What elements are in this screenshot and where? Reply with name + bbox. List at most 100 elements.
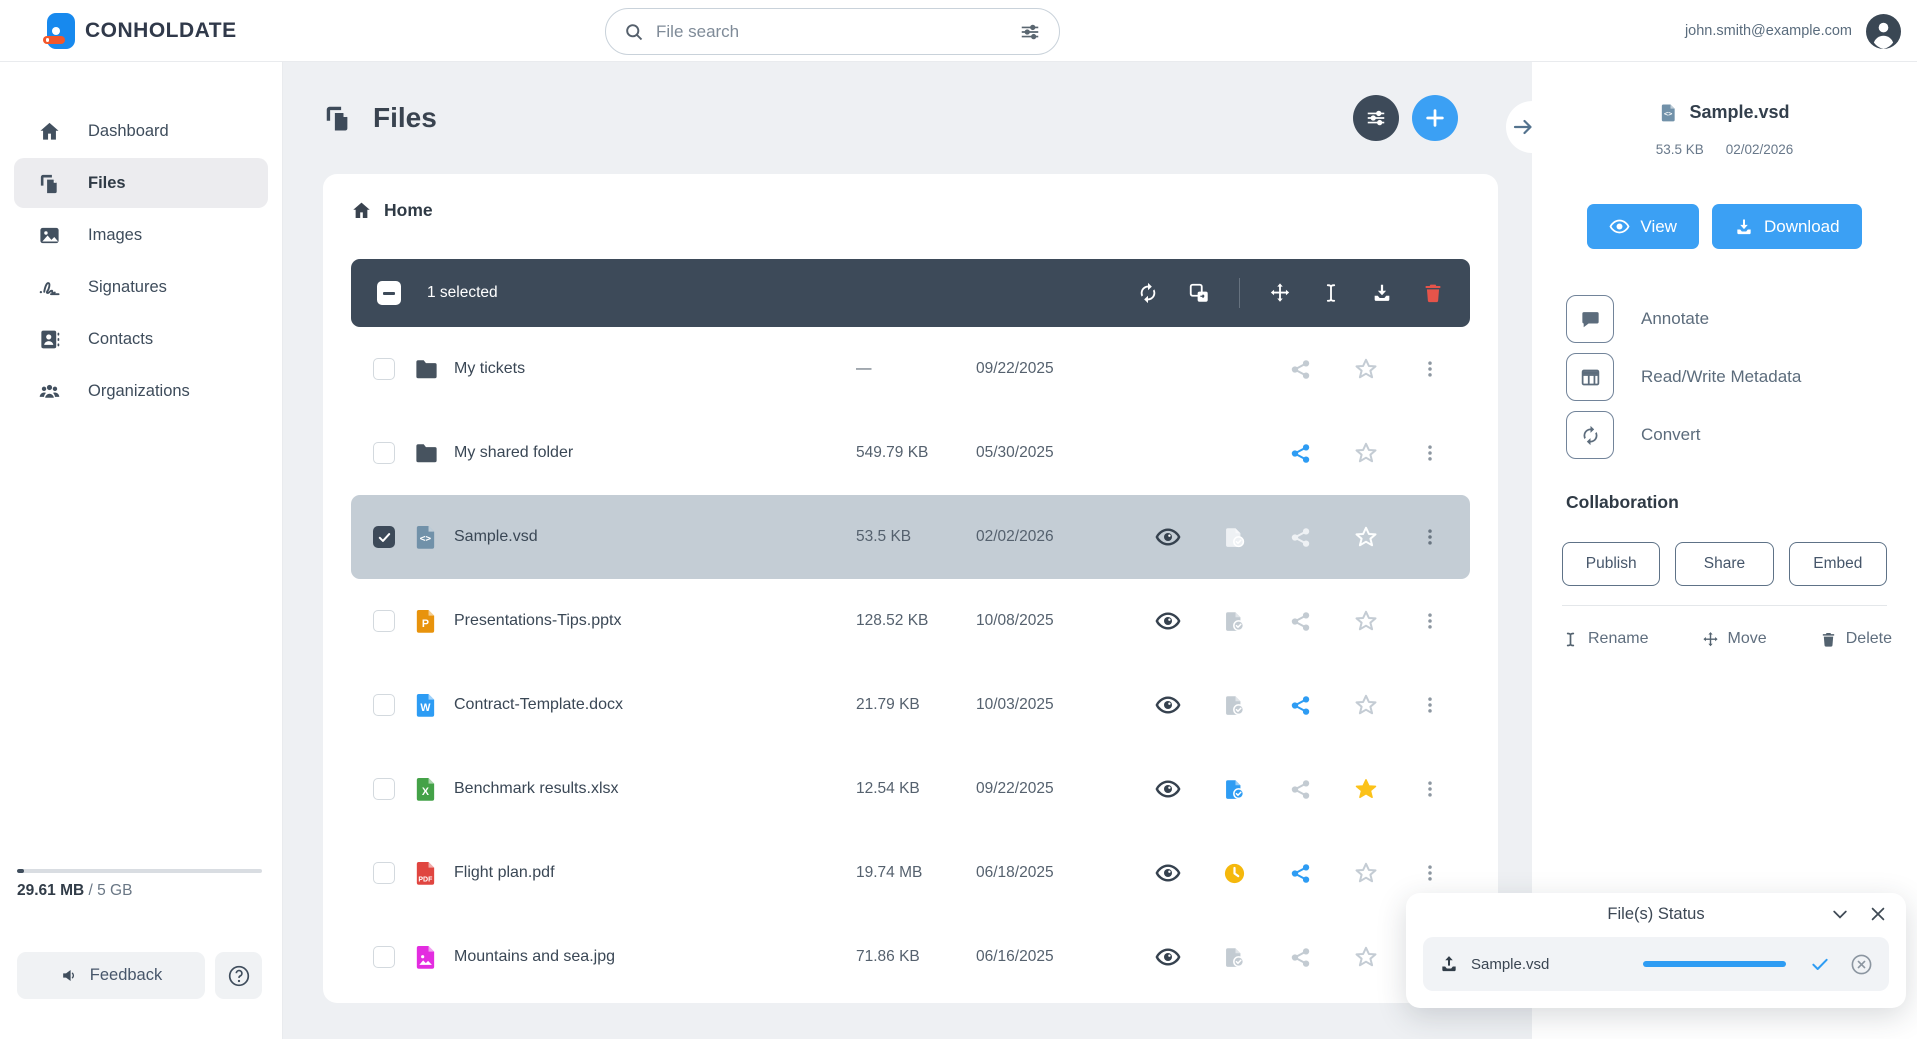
share-icon[interactable] <box>1286 523 1314 551</box>
star-icon[interactable] <box>1352 859 1380 887</box>
file-name[interactable]: Sample.vsd <box>454 528 856 546</box>
star-icon[interactable] <box>1352 943 1380 971</box>
row-checkbox[interactable] <box>373 358 395 380</box>
sidebar-item-organizations[interactable]: Organizations <box>14 366 268 416</box>
row-menu-kebab-icon[interactable] <box>1418 775 1442 803</box>
list-settings-button[interactable] <box>1353 95 1399 141</box>
star-icon[interactable] <box>1352 523 1380 551</box>
search-filter-icon[interactable] <box>1019 21 1041 43</box>
doc-check-icon[interactable] <box>1220 523 1248 551</box>
file-row[interactable]: P Presentations-Tips.pptx 128.52 KB 10/08/2… <box>351 579 1470 663</box>
download-button[interactable]: Download <box>1711 204 1862 249</box>
doc-check-icon[interactable] <box>1220 943 1248 971</box>
close-icon[interactable] <box>1868 904 1888 924</box>
row-checkbox[interactable] <box>373 442 395 464</box>
star-icon[interactable] <box>1352 607 1380 635</box>
file-name[interactable]: Mountains and sea.jpg <box>454 948 856 966</box>
preview-eye-icon[interactable] <box>1154 523 1182 551</box>
row-checkbox[interactable] <box>373 526 395 548</box>
file-search-box[interactable] <box>605 8 1060 55</box>
cancel-upload-icon[interactable] <box>1850 953 1873 976</box>
sidebar-item-images[interactable]: Images <box>14 210 268 260</box>
feedback-button[interactable]: Feedback <box>17 952 205 999</box>
upload-status-item: Sample.vsd <box>1423 937 1889 991</box>
preview-eye-icon[interactable] <box>1154 607 1182 635</box>
action-label: Convert <box>1641 425 1701 444</box>
annotate-action[interactable]: Annotate <box>1566 295 1801 343</box>
preview-eye-icon[interactable] <box>1154 691 1182 719</box>
select-all-checkbox[interactable] <box>377 281 401 305</box>
read-write-metadata-action[interactable]: Read/Write Metadata <box>1566 353 1801 401</box>
add-file-button[interactable] <box>1412 95 1458 141</box>
move-op[interactable]: Move <box>1702 630 1767 648</box>
row-menu-kebab-icon[interactable] <box>1418 859 1442 887</box>
share-button[interactable]: Share <box>1675 542 1774 586</box>
file-name[interactable]: Contract-Template.docx <box>454 696 856 714</box>
row-menu-kebab-icon[interactable] <box>1418 439 1442 467</box>
star-icon[interactable] <box>1352 775 1380 803</box>
file-row[interactable]: PDF Flight plan.pdf 19.74 MB 06/18/2025 <box>351 831 1470 915</box>
download-toolbar-icon[interactable] <box>1371 282 1393 304</box>
file-row[interactable]: Mountains and sea.jpg 71.86 KB 06/16/2025 <box>351 915 1470 999</box>
convert-action[interactable]: Convert <box>1566 411 1801 459</box>
doc-check-icon[interactable] <box>1220 607 1248 635</box>
star-icon[interactable] <box>1352 355 1380 383</box>
row-checkbox[interactable] <box>373 862 395 884</box>
file-date: 02/02/2026 <box>976 528 1054 545</box>
file-row[interactable]: My shared folder 549.79 KB 05/30/2025 <box>351 411 1470 495</box>
share-icon[interactable] <box>1286 607 1314 635</box>
file-row[interactable]: W Contract-Template.docx 21.79 KB 10/03/202… <box>351 663 1470 747</box>
share-icon[interactable] <box>1286 439 1314 467</box>
rename-toolbar-icon[interactable] <box>1320 282 1342 304</box>
chevron-down-icon[interactable] <box>1830 904 1850 924</box>
file-row[interactable]: X Benchmark results.xlsx 12.54 KB 09/22/202… <box>351 747 1470 831</box>
preview-eye-icon[interactable] <box>1154 943 1182 971</box>
file-row[interactable]: My tickets — 09/22/2025 <box>351 327 1470 411</box>
row-checkbox[interactable] <box>373 778 395 800</box>
move-icon[interactable] <box>1269 282 1291 304</box>
help-button[interactable] <box>215 952 262 999</box>
star-icon[interactable] <box>1352 691 1380 719</box>
sidebar-item-dashboard[interactable]: Dashboard <box>14 106 268 156</box>
share-icon[interactable] <box>1286 691 1314 719</box>
refresh-icon[interactable] <box>1137 282 1159 304</box>
view-button[interactable]: View <box>1587 204 1699 249</box>
delete-op[interactable]: Delete <box>1820 630 1892 648</box>
pending-clock-icon[interactable] <box>1220 859 1248 887</box>
publish-button[interactable]: Publish <box>1562 542 1661 586</box>
share-icon[interactable] <box>1286 775 1314 803</box>
file-name[interactable]: Flight plan.pdf <box>454 864 856 882</box>
breadcrumb[interactable]: Home <box>351 200 433 221</box>
search-input[interactable] <box>656 21 1007 42</box>
brand-logo[interactable]: CONHOLDATE <box>43 11 237 51</box>
file-name[interactable]: Presentations-Tips.pptx <box>454 612 856 630</box>
embed-button[interactable]: Embed <box>1788 542 1887 586</box>
file-row[interactable]: <> Sample.vsd 53.5 KB 02/02/2026 <box>351 495 1470 579</box>
row-menu-kebab-icon[interactable] <box>1418 355 1442 383</box>
file-name[interactable]: Benchmark results.xlsx <box>454 780 856 798</box>
breadcrumb-label: Home <box>384 200 433 220</box>
row-menu-kebab-icon[interactable] <box>1418 691 1442 719</box>
rename-op[interactable]: Rename <box>1562 630 1648 648</box>
sidebar-item-contacts[interactable]: Contacts <box>14 314 268 364</box>
sidebar-item-signatures[interactable]: Signatures <box>14 262 268 312</box>
star-icon[interactable] <box>1352 439 1380 467</box>
file-name[interactable]: My shared folder <box>454 444 856 462</box>
file-name[interactable]: My tickets <box>454 360 856 378</box>
row-menu-kebab-icon[interactable] <box>1418 523 1442 551</box>
sidebar-item-files[interactable]: Files <box>14 158 268 208</box>
share-icon[interactable] <box>1286 859 1314 887</box>
doc-check-icon[interactable] <box>1220 775 1248 803</box>
row-checkbox[interactable] <box>373 694 395 716</box>
user-avatar[interactable] <box>1866 13 1901 49</box>
preview-eye-icon[interactable] <box>1154 859 1182 887</box>
doc-check-icon[interactable] <box>1220 691 1248 719</box>
share-icon[interactable] <box>1286 355 1314 383</box>
row-checkbox[interactable] <box>373 610 395 632</box>
transfer-icon[interactable] <box>1188 282 1210 304</box>
preview-eye-icon[interactable] <box>1154 775 1182 803</box>
row-checkbox[interactable] <box>373 946 395 968</box>
row-menu-kebab-icon[interactable] <box>1418 607 1442 635</box>
share-icon[interactable] <box>1286 943 1314 971</box>
delete-toolbar-icon[interactable] <box>1422 282 1444 304</box>
